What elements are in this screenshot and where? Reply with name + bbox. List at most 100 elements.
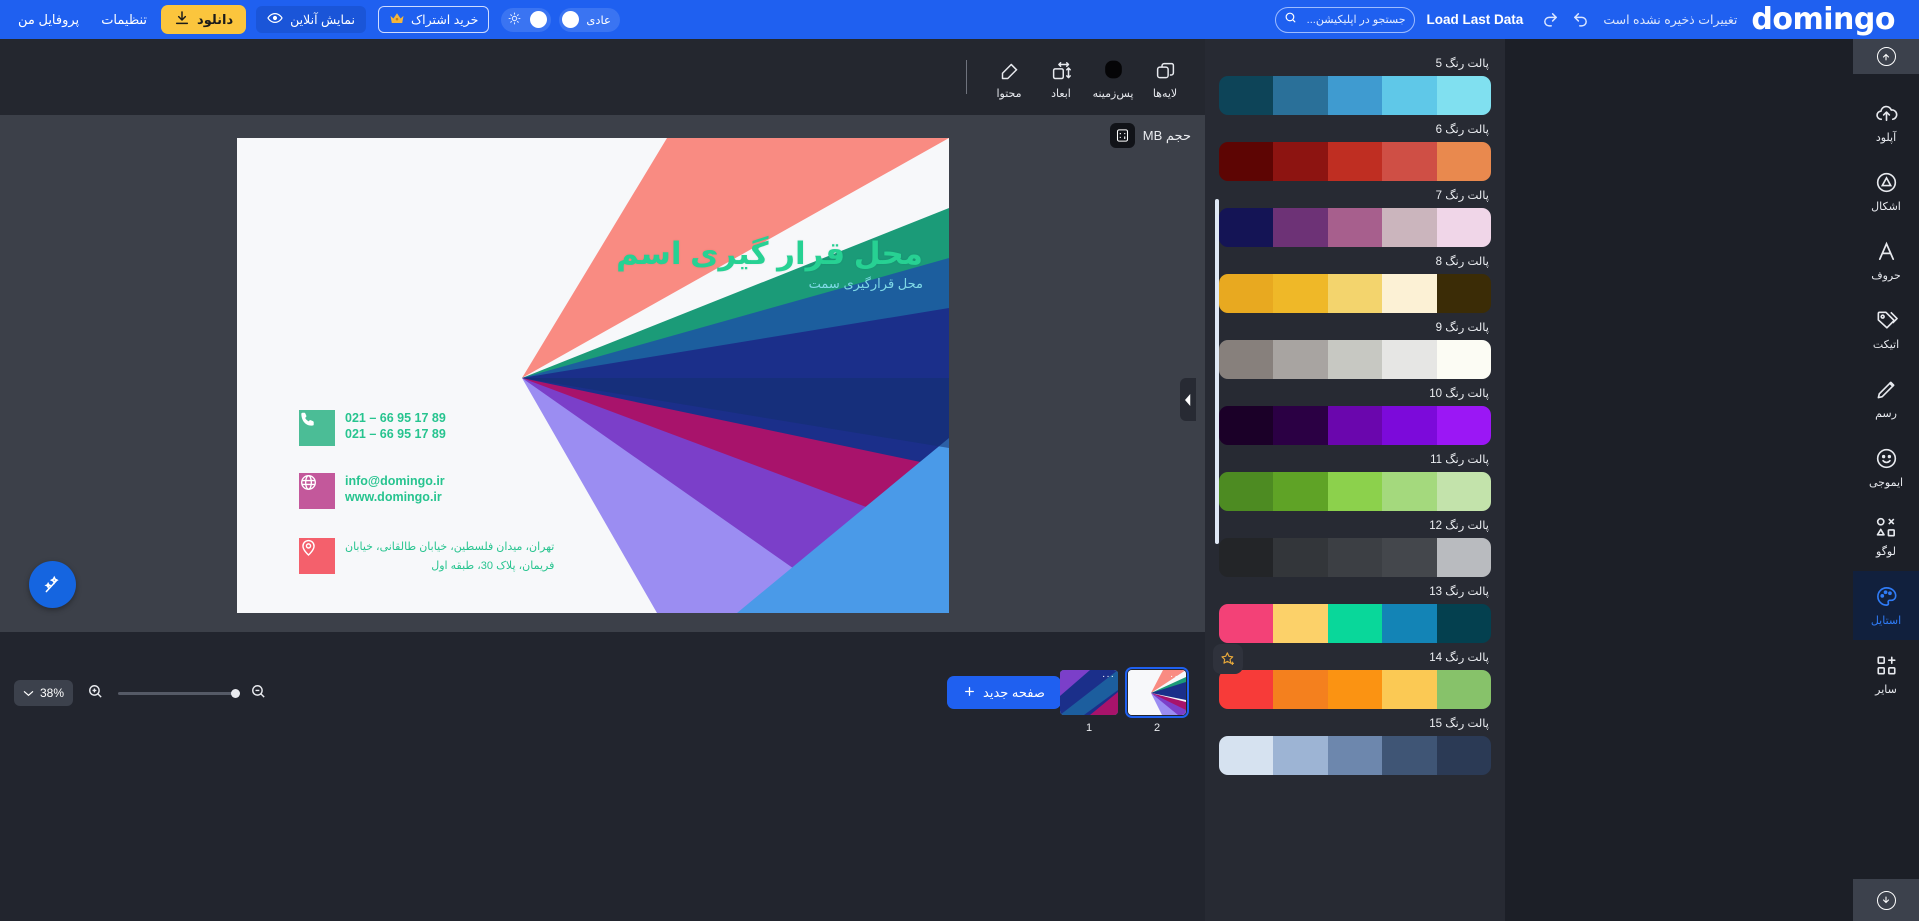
palette-swatch[interactable] — [1273, 340, 1328, 379]
palette-swatch[interactable] — [1382, 736, 1437, 775]
palette-swatch[interactable] — [1436, 538, 1491, 577]
thumbnail-menu-icon[interactable]: ··· — [1170, 671, 1183, 682]
palette-swatch[interactable] — [1327, 208, 1383, 247]
palette-swatch[interactable] — [1219, 538, 1274, 577]
palette-swatch[interactable] — [1327, 142, 1383, 181]
canvas-stage[interactable]: حجم MB محل قرار گیری اسم محل قرارگیری سم… — [0, 115, 1205, 640]
color-palette-panel[interactable]: پالت رنگ 5 پالت رنگ 6 پالت رنگ 7 پالت رنگ 8… — [1205, 39, 1505, 921]
buy-subscription-button[interactable]: خرید اشتراک — [377, 6, 490, 33]
palette-swatch[interactable] — [1436, 604, 1491, 643]
zoom-slider-handle[interactable] — [231, 688, 241, 698]
palette-block[interactable]: پالت رنگ 13 — [1219, 584, 1491, 643]
palette-swatch[interactable] — [1436, 76, 1491, 115]
palette-swatch[interactable] — [1273, 76, 1328, 115]
theme-toggle-knob[interactable] — [530, 11, 548, 28]
palette-swatch-bar[interactable] — [1219, 472, 1491, 511]
business-card-design[interactable]: محل قرار گیری اسم محل قرارگیری سمت 021 –… — [237, 138, 949, 613]
rail-scroll-up-button[interactable] — [1853, 39, 1919, 74]
palette-scrollbar[interactable] — [1215, 199, 1219, 544]
palette-swatch[interactable] — [1273, 406, 1328, 445]
rail-item-other[interactable]: سایر — [1853, 640, 1919, 709]
rail-item-emoji[interactable]: ایموجی — [1853, 433, 1919, 502]
tool-dimensions[interactable]: ابعاد — [1035, 55, 1087, 100]
palette-swatch[interactable] — [1327, 538, 1383, 577]
palette-swatch-bar[interactable] — [1219, 274, 1491, 313]
palette-block[interactable]: پالت رنگ 6 — [1219, 122, 1491, 181]
palette-block[interactable]: پالت رنگ 15 — [1219, 716, 1491, 775]
palette-swatch-bar[interactable] — [1219, 76, 1491, 115]
theme-toggle[interactable] — [501, 7, 552, 32]
palette-swatch[interactable] — [1273, 736, 1328, 775]
tool-layers[interactable]: لایه‌ها — [1139, 55, 1191, 100]
search-input-wrapper[interactable] — [1274, 6, 1415, 33]
palette-swatch[interactable] — [1436, 736, 1491, 775]
redo-icon[interactable] — [1537, 7, 1563, 33]
palette-swatch[interactable] — [1273, 538, 1328, 577]
rail-item-text[interactable]: حروف — [1853, 226, 1919, 295]
zoom-out-icon[interactable] — [250, 683, 267, 704]
card-contact-row-address[interactable]: تهران، میدان فلسطین، خیابان طالقانی، خیا… — [299, 538, 554, 575]
palette-swatch[interactable] — [1327, 340, 1383, 379]
palette-block[interactable]: پالت رنگ 14 — [1219, 650, 1491, 709]
tool-content[interactable]: محتوا — [983, 55, 1035, 100]
tool-background[interactable]: پس‌زمینه — [1087, 55, 1139, 100]
rail-item-label[interactable]: اتیکت — [1853, 295, 1919, 364]
palette-block[interactable]: پالت رنگ 7 — [1219, 188, 1491, 247]
card-contact-row-phone[interactable]: 021 – 66 95 17 89 021 – 66 95 17 89 — [299, 410, 446, 446]
zoom-in-icon[interactable] — [87, 683, 104, 704]
palette-swatch[interactable] — [1219, 604, 1274, 643]
palette-swatch[interactable] — [1273, 274, 1328, 313]
download-button[interactable]: دانلود — [161, 5, 247, 34]
page-thumbnail-2-preview[interactable]: ··· — [1125, 667, 1189, 718]
palette-swatch[interactable] — [1219, 340, 1274, 379]
palette-swatch[interactable] — [1219, 142, 1274, 181]
palette-swatch[interactable] — [1219, 670, 1274, 709]
palette-swatch[interactable] — [1219, 208, 1274, 247]
card-contact-row-web[interactable]: info@domingo.ir www.domingo.ir — [299, 473, 445, 509]
magic-wand-icon[interactable] — [29, 561, 76, 608]
palette-swatch[interactable] — [1382, 538, 1437, 577]
palette-block[interactable]: پالت رنگ 10 — [1219, 386, 1491, 445]
page-thumbnail-1[interactable]: ··· 1 — [1060, 670, 1118, 734]
palette-swatch[interactable] — [1436, 208, 1491, 247]
load-last-data-button[interactable]: Load Last Data — [1427, 12, 1524, 27]
zoom-level-dropdown[interactable]: 38% — [14, 680, 74, 706]
palette-swatch[interactable] — [1327, 604, 1383, 643]
palette-swatch[interactable] — [1219, 736, 1274, 775]
palette-swatch[interactable] — [1327, 76, 1383, 115]
palette-swatch[interactable] — [1382, 670, 1437, 709]
palette-swatch[interactable] — [1273, 208, 1328, 247]
palette-panel-collapse-handle[interactable] — [1180, 378, 1196, 421]
palette-swatch[interactable] — [1382, 274, 1437, 313]
palette-swatch[interactable] — [1382, 406, 1437, 445]
palette-swatch[interactable] — [1327, 472, 1383, 511]
calculator-icon[interactable] — [1109, 123, 1135, 148]
new-page-button[interactable]: صفحه جدید — [947, 676, 1061, 709]
rail-item-upload[interactable]: آپلود — [1853, 88, 1919, 157]
palette-swatch[interactable] — [1436, 142, 1491, 181]
zoom-slider[interactable] — [118, 688, 241, 698]
rail-scroll-down-button[interactable] — [1853, 879, 1919, 921]
palette-swatch[interactable] — [1327, 736, 1383, 775]
online-preview-button[interactable]: نمایش آنلاین — [256, 6, 366, 33]
palette-swatch-bar[interactable] — [1219, 406, 1491, 445]
palette-swatch[interactable] — [1436, 340, 1491, 379]
rail-item-draw[interactable]: رسم — [1853, 364, 1919, 433]
palette-swatch[interactable] — [1436, 472, 1491, 511]
palette-swatch[interactable] — [1382, 604, 1437, 643]
palette-swatch[interactable] — [1327, 274, 1383, 313]
mode-toggle[interactable]: عادی — [559, 7, 620, 32]
palette-swatch[interactable] — [1382, 142, 1437, 181]
palette-swatch[interactable] — [1273, 142, 1328, 181]
rail-item-shapes[interactable]: اشکال — [1853, 157, 1919, 226]
palette-swatch-bar[interactable] — [1219, 208, 1491, 247]
palette-swatch-bar[interactable] — [1219, 604, 1491, 643]
card-name-text[interactable]: محل قرار گیری اسم — [616, 236, 923, 272]
app-logo[interactable]: domingo — [1751, 4, 1895, 35]
palette-swatch[interactable] — [1219, 274, 1274, 313]
card-subtitle-text[interactable]: محل قرارگیری سمت — [809, 276, 923, 292]
palette-block[interactable]: پالت رنگ 11 — [1219, 452, 1491, 511]
palette-swatch[interactable] — [1219, 406, 1274, 445]
palette-swatch-bar[interactable] — [1219, 670, 1491, 709]
palette-block[interactable]: پالت رنگ 12 — [1219, 518, 1491, 577]
